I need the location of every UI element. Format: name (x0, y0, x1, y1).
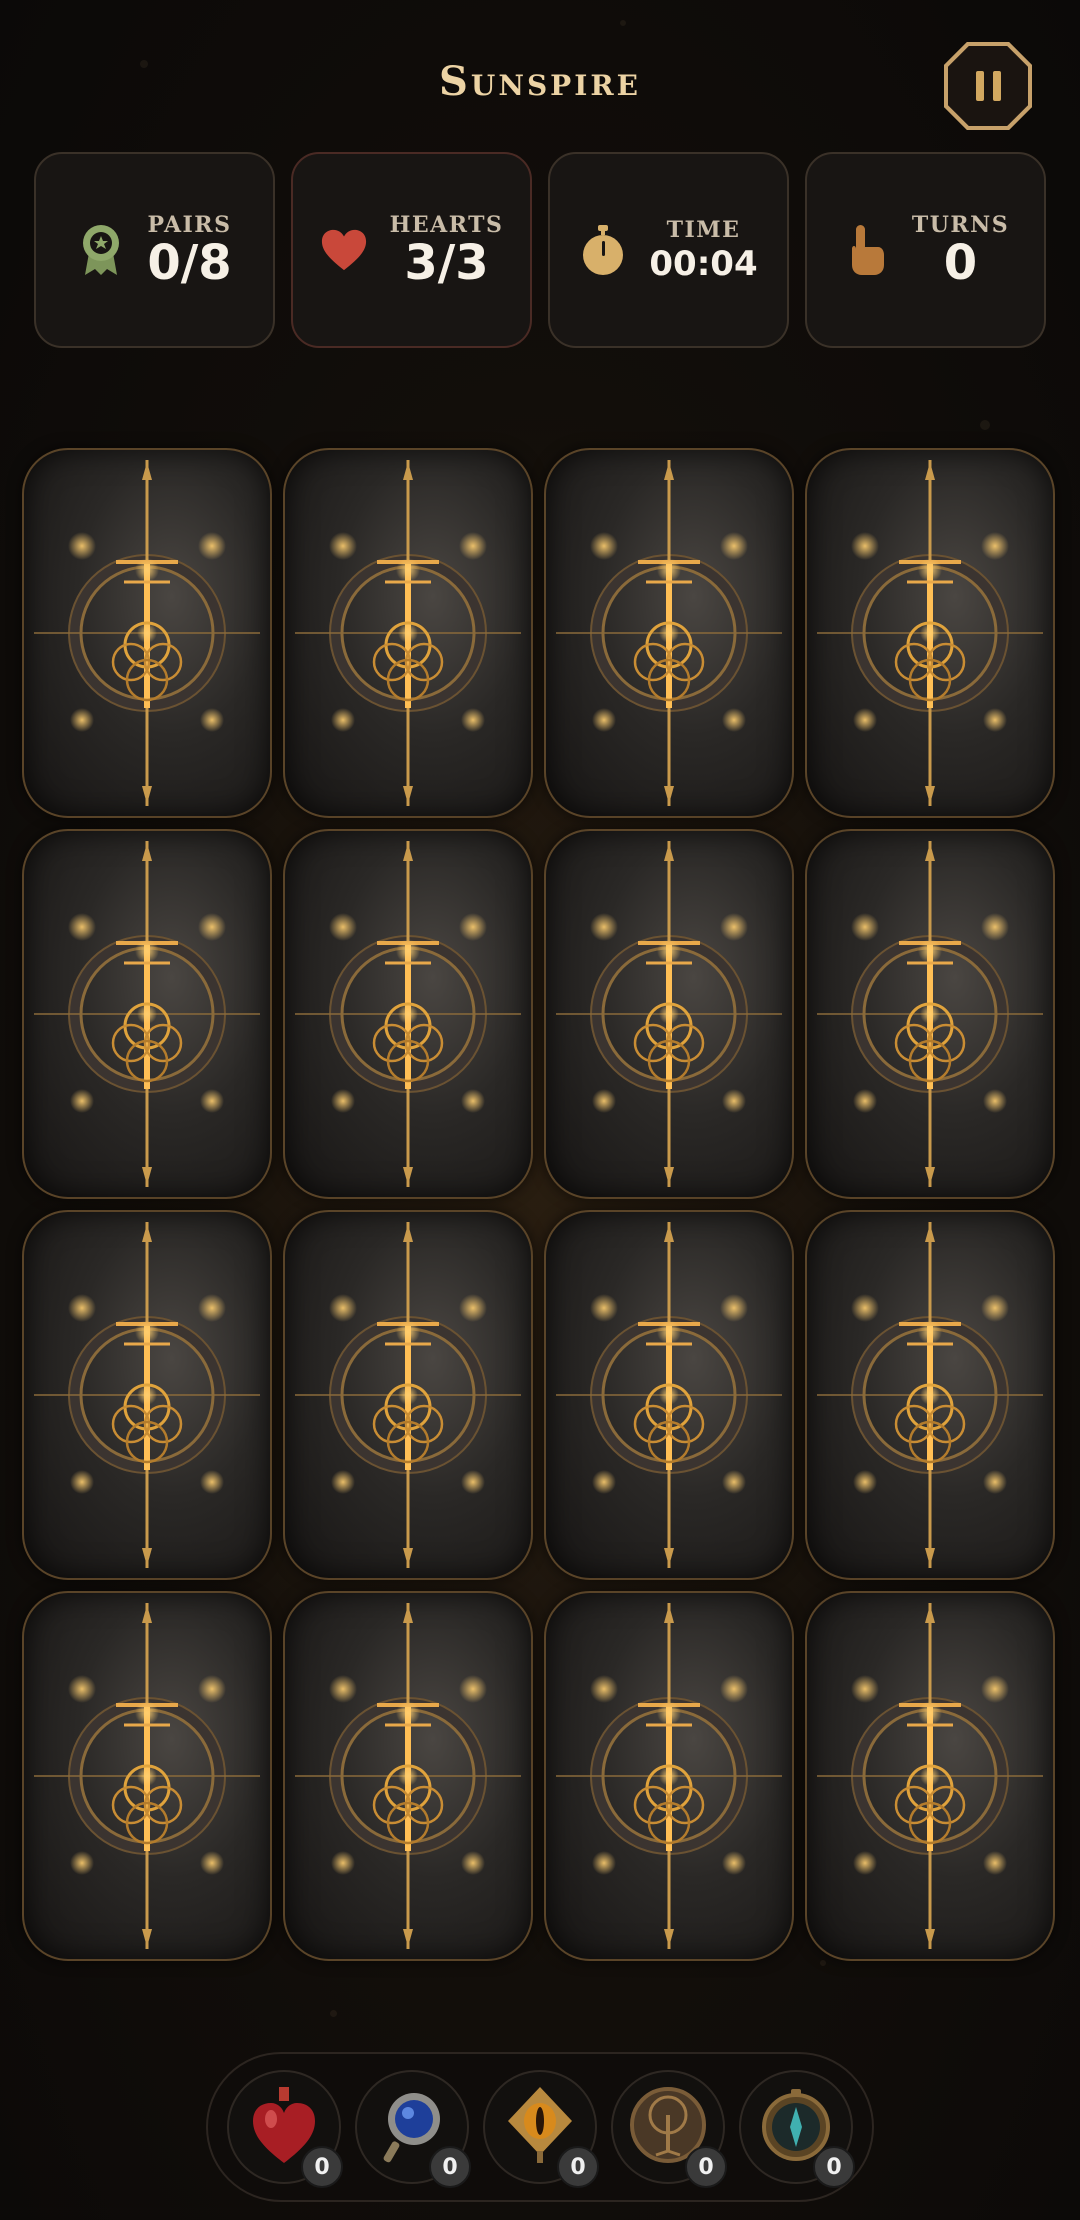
stats-bar: PAIRS 0/8 HEARTS 3/3 TIME 00:04 TURNS 0 (34, 152, 1046, 348)
card-face-down[interactable] (283, 829, 533, 1199)
card-face-down[interactable] (283, 1210, 533, 1580)
pause-button[interactable] (944, 42, 1032, 130)
heart-icon (320, 222, 368, 278)
item-count-badge: 0 (813, 2146, 855, 2188)
turns-label: TURNS (911, 211, 1010, 238)
hearts-stat: HEARTS 3/3 (291, 152, 532, 348)
time-value: 00:04 (649, 244, 758, 285)
card-grid (22, 448, 1058, 1961)
pairs-value: 0/8 (147, 234, 232, 291)
game-title: Sunspire (439, 58, 641, 105)
stopwatch-icon (579, 222, 627, 278)
card-face-down[interactable] (22, 1591, 272, 1961)
card-face-down[interactable] (283, 448, 533, 818)
card-face-down[interactable] (544, 448, 794, 818)
pairs-label: PAIRS (147, 211, 232, 238)
card-face-down[interactable] (805, 829, 1055, 1199)
card-face-down[interactable] (544, 1210, 794, 1580)
card-face-down[interactable] (544, 829, 794, 1199)
hearts-label: HEARTS (389, 211, 504, 238)
card-face-down[interactable] (805, 1591, 1055, 1961)
card-face-down[interactable] (283, 1591, 533, 1961)
inventory-bar: 0 0 0 0 0 (206, 2052, 874, 2202)
item-count-badge: 0 (557, 2146, 599, 2188)
inventory-slot[interactable]: 0 (227, 2070, 343, 2188)
time-label: TIME (666, 217, 741, 244)
item-count-badge: 0 (301, 2146, 343, 2188)
inventory-slot[interactable]: 0 (355, 2070, 471, 2188)
item-count-badge: 0 (429, 2146, 471, 2188)
card-face-down[interactable] (544, 1591, 794, 1961)
turns-stat: TURNS 0 (805, 152, 1046, 348)
ribbon-badge-icon (77, 222, 125, 278)
card-face-down[interactable] (22, 1210, 272, 1580)
hearts-value: 3/3 (404, 234, 489, 291)
time-stat: TIME 00:04 (548, 152, 789, 348)
inventory-slot[interactable]: 0 (611, 2070, 727, 2188)
card-face-down[interactable] (805, 448, 1055, 818)
card-face-down[interactable] (22, 448, 272, 818)
card-face-down[interactable] (805, 1210, 1055, 1580)
pointing-hand-icon (842, 222, 890, 278)
inventory-slot[interactable]: 0 (739, 2070, 855, 2188)
inventory-slot[interactable]: 0 (483, 2070, 599, 2188)
item-count-badge: 0 (685, 2146, 727, 2188)
pause-icon (948, 46, 1028, 126)
pairs-stat: PAIRS 0/8 (34, 152, 275, 348)
card-face-down[interactable] (22, 829, 272, 1199)
turns-value: 0 (943, 234, 978, 291)
